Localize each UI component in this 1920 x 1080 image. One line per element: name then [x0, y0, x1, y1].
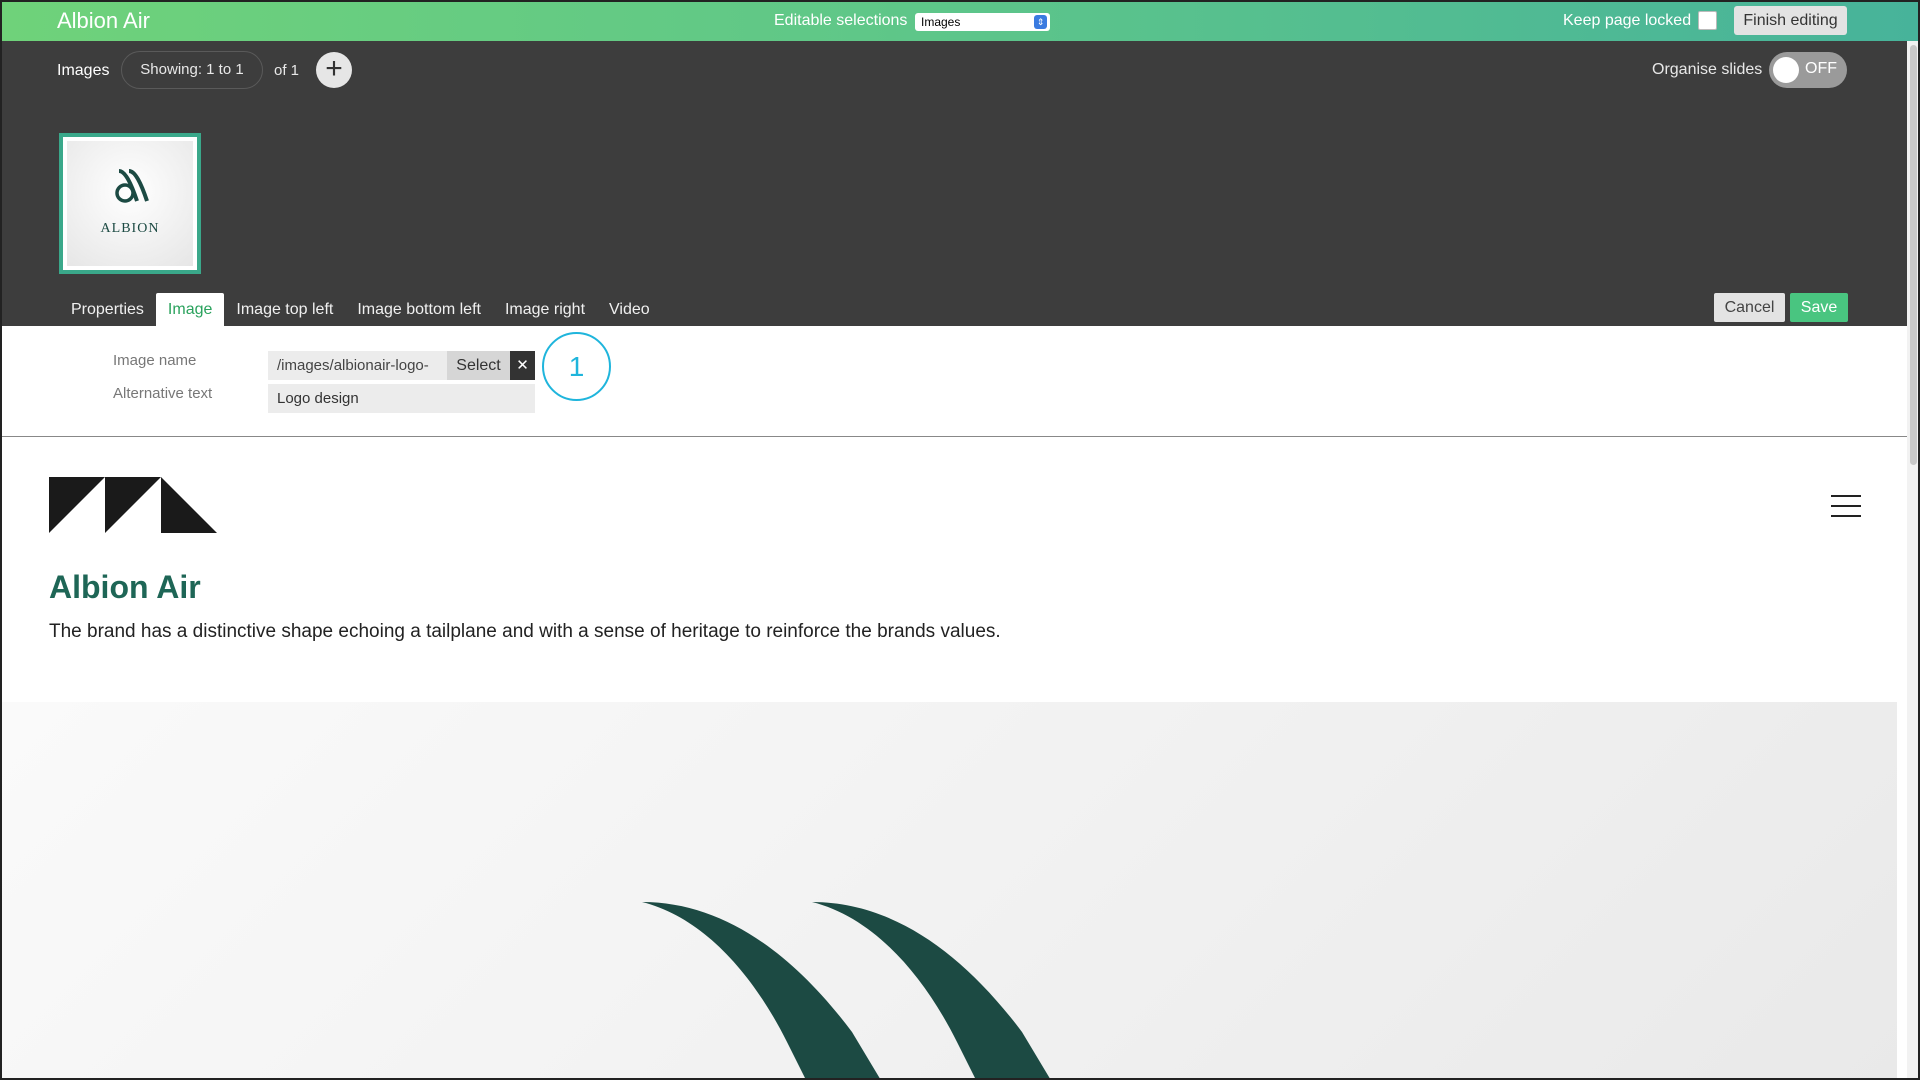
albion-monogram-icon — [115, 169, 149, 203]
tab-image-bottom-left[interactable]: Image bottom left — [345, 293, 493, 326]
logo-triangle-3 — [161, 477, 217, 533]
top-bar: Albion Air Editable selections Images ⇕ … — [2, 2, 1918, 41]
slides-panel: Images Showing: 1 to 1 of 1 + Organise s… — [2, 41, 1907, 326]
showing-range-pill: Showing: 1 to 1 — [121, 51, 263, 89]
page-description: The brand has a distinctive shape echoin… — [49, 621, 1001, 642]
select-image-button[interactable]: Select — [447, 351, 510, 380]
thumbnail-brand-text: ALBION — [100, 221, 160, 236]
albion-monogram-large-icon — [642, 902, 1050, 1078]
dropdown-arrows-icon: ⇕ — [1034, 15, 1047, 29]
page-heading: Albion Air — [49, 569, 201, 605]
editable-selections-value: Images — [921, 15, 961, 29]
tab-image-right[interactable]: Image right — [493, 293, 597, 326]
total-count-label: of 1 — [274, 62, 300, 79]
tab-image-top-left[interactable]: Image top left — [224, 293, 345, 326]
organise-slides-toggle[interactable]: OFF — [1769, 52, 1847, 88]
editor-window: Albion Air Editable selections Images ⇕ … — [0, 0, 1920, 1080]
keep-page-locked-checkbox[interactable] — [1698, 11, 1717, 30]
cancel-button[interactable]: Cancel — [1714, 293, 1785, 322]
save-button[interactable]: Save — [1790, 293, 1848, 322]
toggle-state-label: OFF — [1805, 60, 1837, 77]
property-tabs: Properties Image Image top left Image bo… — [59, 293, 662, 326]
page-scrollbar[interactable] — [1907, 41, 1918, 1078]
alt-text-field[interactable]: Logo design — [268, 384, 535, 413]
image-properties-form: Image name /images/albionair-logo- Selec… — [2, 326, 1907, 437]
tab-properties[interactable]: Properties — [59, 293, 156, 326]
scrollbar-thumb[interactable] — [1910, 45, 1917, 465]
thumbnail-image: ALBION — [67, 141, 193, 266]
tab-image[interactable]: Image — [155, 293, 225, 326]
app-title: Albion Air — [57, 8, 150, 33]
clear-image-button[interactable]: ✕ — [510, 351, 535, 380]
hero-image — [2, 702, 1897, 1078]
add-slide-button[interactable]: + — [316, 52, 352, 88]
image-name-label: Image name — [113, 352, 197, 369]
site-logo[interactable] — [49, 477, 217, 533]
images-section-label: Images — [57, 62, 110, 79]
page-preview: Albion Air The brand has a distinctive s… — [2, 437, 1907, 1078]
editable-selections-dropdown[interactable]: Images ⇕ — [915, 13, 1050, 31]
close-icon: ✕ — [516, 357, 529, 374]
logo-triangle-2 — [105, 477, 161, 533]
finish-editing-button[interactable]: Finish editing — [1734, 6, 1847, 35]
alt-text-label: Alternative text — [113, 385, 213, 402]
tab-video[interactable]: Video — [597, 293, 662, 326]
plus-icon: + — [325, 52, 343, 85]
callout-marker: 1 — [542, 332, 611, 401]
hamburger-menu-icon[interactable] — [1831, 495, 1861, 517]
image-name-field[interactable]: /images/albionair-logo- — [268, 351, 447, 380]
logo-triangle-1 — [49, 477, 105, 533]
keep-page-locked-label: Keep page locked — [1563, 12, 1692, 29]
editable-selections-label: Editable selections — [774, 12, 908, 29]
toggle-knob — [1773, 57, 1799, 83]
slide-thumbnail[interactable]: ALBION — [59, 133, 201, 274]
organise-slides-label: Organise slides — [1652, 61, 1763, 78]
